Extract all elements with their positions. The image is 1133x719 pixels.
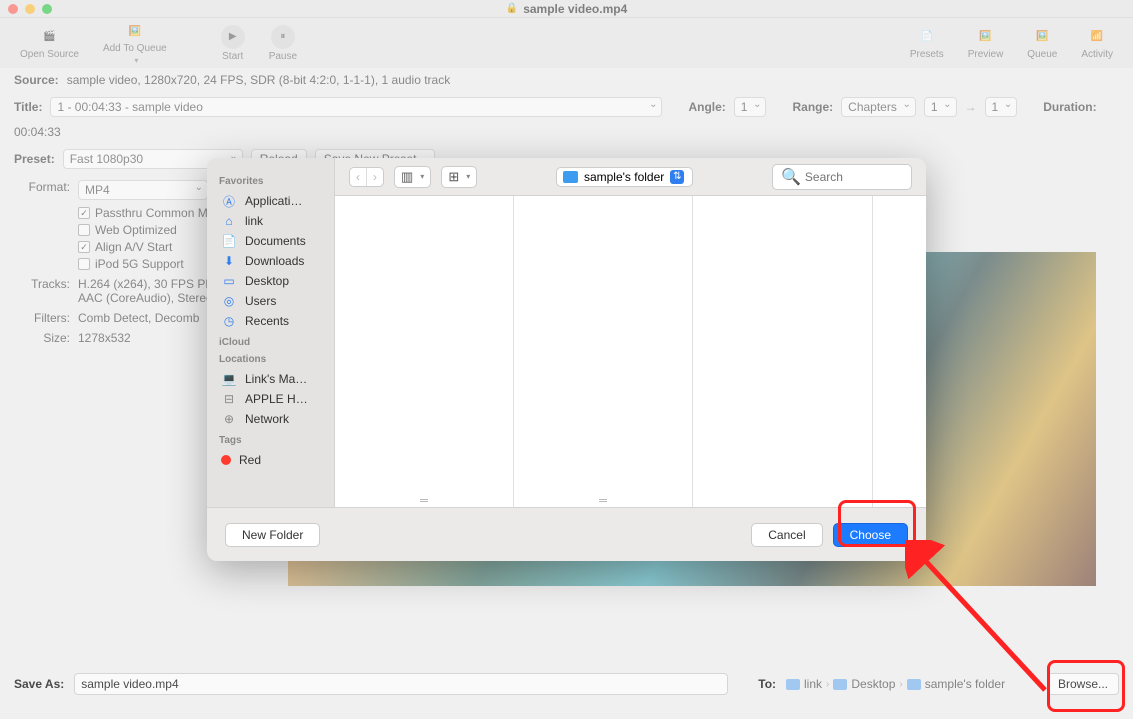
- choose-button[interactable]: Choose: [833, 523, 908, 547]
- disk-icon: ⊟: [221, 392, 237, 406]
- sidebar-item-apple-disk[interactable]: ⊟APPLE H…: [219, 389, 326, 409]
- finder-toolbar: ‹› ▥▾ ⊞▾ sample's folder⇅ 🔍: [335, 158, 926, 196]
- chevron-down-icon[interactable]: ▾: [420, 172, 424, 181]
- sidebar-item-downloads[interactable]: ⬇Downloads: [219, 251, 326, 271]
- desktop-icon: ▭: [221, 274, 237, 288]
- search-field[interactable]: 🔍: [772, 164, 912, 190]
- globe-icon: ⊕: [221, 412, 237, 426]
- folder-icon: [563, 171, 578, 183]
- sidebar-item-link[interactable]: ⌂link: [219, 211, 326, 231]
- nav-back-forward[interactable]: ‹›: [349, 167, 384, 187]
- sidebar-item-network[interactable]: ⊕Network: [219, 409, 326, 429]
- column-browser[interactable]: [335, 196, 926, 507]
- download-icon: ⬇: [221, 254, 237, 268]
- view-columns-button[interactable]: ▥▾: [394, 166, 431, 188]
- app-icon: Ⓐ: [221, 194, 237, 208]
- back-icon[interactable]: ‹: [350, 168, 366, 186]
- forward-icon[interactable]: ›: [366, 168, 383, 186]
- sidebar-item-documents[interactable]: 📄Documents: [219, 231, 326, 251]
- clock-icon: ◷: [221, 314, 237, 328]
- document-icon: 📄: [221, 234, 237, 248]
- users-icon: ◎: [221, 294, 237, 308]
- search-icon: 🔍: [781, 167, 801, 187]
- search-input[interactable]: [805, 170, 903, 184]
- icloud-section: iCloud: [219, 337, 326, 348]
- favorites-section: Favorites: [219, 176, 326, 187]
- tags-section: Tags: [219, 435, 326, 446]
- sidebar-item-users[interactable]: ◎Users: [219, 291, 326, 311]
- columns-icon: ▥: [401, 169, 413, 185]
- grid-icon: ⊞: [448, 169, 459, 185]
- sidebar-item-desktop[interactable]: ▭Desktop: [219, 271, 326, 291]
- laptop-icon: 💻: [221, 372, 237, 386]
- sidebar-tag-red[interactable]: Red: [219, 450, 326, 470]
- sidebar-item-recents[interactable]: ◷Recents: [219, 311, 326, 331]
- column-resizer[interactable]: [599, 499, 607, 505]
- new-folder-button[interactable]: New Folder: [225, 523, 320, 547]
- path-updown-icon[interactable]: ⇅: [670, 170, 684, 184]
- locations-section: Locations: [219, 354, 326, 365]
- cancel-button[interactable]: Cancel: [751, 523, 822, 547]
- view-grid-button[interactable]: ⊞▾: [441, 166, 477, 188]
- sidebar-item-mac[interactable]: 💻Link's Ma…: [219, 369, 326, 389]
- home-icon: ⌂: [221, 214, 237, 228]
- column-resizer[interactable]: [420, 499, 428, 505]
- chevron-down-icon[interactable]: ▾: [466, 172, 470, 181]
- finder-sidebar: Favorites ⒶApplicati… ⌂link 📄Documents ⬇…: [207, 158, 335, 507]
- red-tag-icon: [221, 455, 231, 465]
- folder-picker-sheet: Favorites ⒶApplicati… ⌂link 📄Documents ⬇…: [207, 158, 926, 561]
- path-popup[interactable]: sample's folder⇅: [556, 167, 693, 187]
- sidebar-item-applications[interactable]: ⒶApplicati…: [219, 191, 326, 211]
